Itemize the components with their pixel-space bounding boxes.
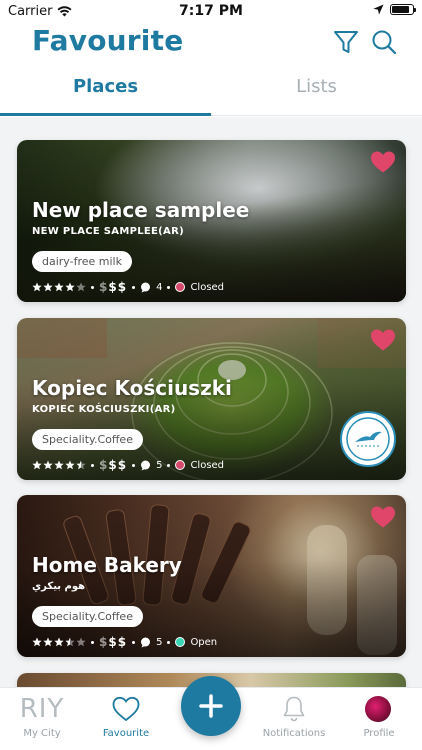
tabbar-my-city[interactable]: RIY My City bbox=[0, 688, 84, 750]
star-icon bbox=[76, 460, 86, 470]
place-card[interactable]: New place samplee NEW PLACE SAMPLEE(AR) … bbox=[17, 140, 406, 302]
tab-places[interactable]: Places bbox=[0, 76, 211, 97]
star-icon bbox=[43, 460, 53, 470]
place-tag[interactable]: dairy-free milk bbox=[32, 251, 132, 272]
place-card[interactable]: Kopiec Kościuszki KOPIEC KOŚCIUSZKI(AR) … bbox=[17, 318, 406, 480]
segment-tabs: Places Lists bbox=[0, 64, 422, 116]
bell-icon bbox=[283, 696, 305, 722]
meta-separator bbox=[167, 640, 171, 644]
star-icon bbox=[43, 282, 53, 292]
tabbar-label: Profile bbox=[363, 728, 395, 739]
star-icon bbox=[54, 460, 64, 470]
rating-stars bbox=[32, 282, 86, 292]
tabbar-label: Favourite bbox=[102, 728, 150, 739]
star-icon bbox=[65, 282, 75, 292]
tabbar-label: My City bbox=[23, 728, 61, 739]
status-indicator bbox=[175, 282, 186, 292]
meta-separator bbox=[132, 285, 136, 289]
review-count: 5 bbox=[156, 636, 163, 648]
place-name: New place samplee bbox=[32, 198, 250, 222]
place-meta: $$$ 5 Closed bbox=[32, 458, 224, 472]
meta-separator bbox=[91, 463, 94, 467]
star-icon bbox=[76, 282, 86, 292]
meta-separator bbox=[91, 640, 94, 644]
status-indicator bbox=[175, 460, 186, 470]
price-level: $$$ bbox=[99, 280, 128, 294]
tabbar-favourite[interactable]: Favourite bbox=[84, 688, 168, 750]
rating-stars bbox=[32, 460, 86, 470]
star-icon bbox=[32, 460, 42, 470]
tabbar-profile[interactable]: Profile bbox=[336, 688, 422, 750]
plus-icon bbox=[199, 694, 223, 718]
open-status: Closed bbox=[190, 281, 225, 293]
location-arrow-icon bbox=[373, 4, 384, 15]
star-icon bbox=[43, 637, 53, 647]
price-level: $$$ bbox=[99, 458, 128, 472]
star-icon bbox=[65, 637, 75, 647]
star-icon bbox=[54, 282, 64, 292]
open-status: Closed bbox=[190, 459, 225, 471]
favourite-heart-icon[interactable] bbox=[370, 328, 396, 352]
meta-separator bbox=[132, 640, 136, 644]
avatar bbox=[365, 696, 391, 722]
place-card[interactable]: Home Bakery هوم بيكري Speciality.Coffee … bbox=[17, 495, 406, 657]
place-subtitle: هوم بيكري bbox=[32, 581, 86, 592]
brand-logo bbox=[340, 411, 396, 467]
tabbar-label: Notifications bbox=[262, 728, 326, 739]
place-tag[interactable]: Speciality.Coffee bbox=[32, 606, 143, 627]
place-name: Kopiec Kościuszki bbox=[32, 376, 232, 400]
review-count: 5 bbox=[156, 459, 163, 471]
filter-icon[interactable] bbox=[332, 28, 360, 56]
star-icon bbox=[32, 637, 42, 647]
favourite-heart-icon[interactable] bbox=[370, 505, 396, 529]
place-subtitle: KOPIEC KOŚCIUSZKI(AR) bbox=[32, 404, 176, 415]
star-icon bbox=[65, 460, 75, 470]
star-icon bbox=[32, 282, 42, 292]
comment-icon bbox=[141, 637, 151, 647]
status-bar: Carrier 7:17 PM bbox=[0, 0, 422, 22]
place-meta: $$$ 5 Open bbox=[32, 635, 217, 649]
rating-stars bbox=[32, 637, 86, 647]
status-indicator bbox=[175, 637, 186, 647]
review-count: 4 bbox=[156, 281, 163, 293]
favourite-heart-icon[interactable] bbox=[370, 150, 396, 174]
place-subtitle: NEW PLACE SAMPLEE(AR) bbox=[32, 226, 184, 237]
status-right bbox=[373, 4, 416, 15]
city-logo: RIY bbox=[19, 694, 65, 724]
add-button[interactable] bbox=[181, 676, 241, 736]
price-level: $$$ bbox=[99, 635, 128, 649]
open-status: Open bbox=[190, 636, 218, 648]
tab-lists[interactable]: Lists bbox=[211, 76, 422, 97]
place-meta: $$$ 4 Closed bbox=[32, 280, 224, 294]
meta-separator bbox=[132, 463, 136, 467]
tabbar-notifications[interactable]: Notifications bbox=[252, 688, 336, 750]
meta-separator bbox=[91, 285, 94, 289]
star-icon bbox=[76, 637, 86, 647]
meta-separator bbox=[167, 463, 171, 467]
status-time: 7:17 PM bbox=[179, 3, 243, 19]
header: Favourite bbox=[0, 22, 422, 62]
battery-icon bbox=[390, 4, 416, 15]
search-icon[interactable] bbox=[370, 28, 398, 56]
star-icon bbox=[54, 637, 64, 647]
page-title: Favourite bbox=[32, 24, 184, 57]
place-name: Home Bakery bbox=[32, 553, 182, 577]
comment-icon bbox=[141, 460, 151, 470]
comment-icon bbox=[141, 282, 151, 292]
favourite-places-list: New place samplee NEW PLACE SAMPLEE(AR) … bbox=[0, 117, 422, 687]
place-tag[interactable]: Speciality.Coffee bbox=[32, 429, 143, 450]
heart-outline-icon bbox=[112, 696, 140, 722]
meta-separator bbox=[167, 285, 171, 289]
active-tab-indicator bbox=[0, 113, 211, 116]
bird-logo-icon bbox=[346, 417, 390, 461]
